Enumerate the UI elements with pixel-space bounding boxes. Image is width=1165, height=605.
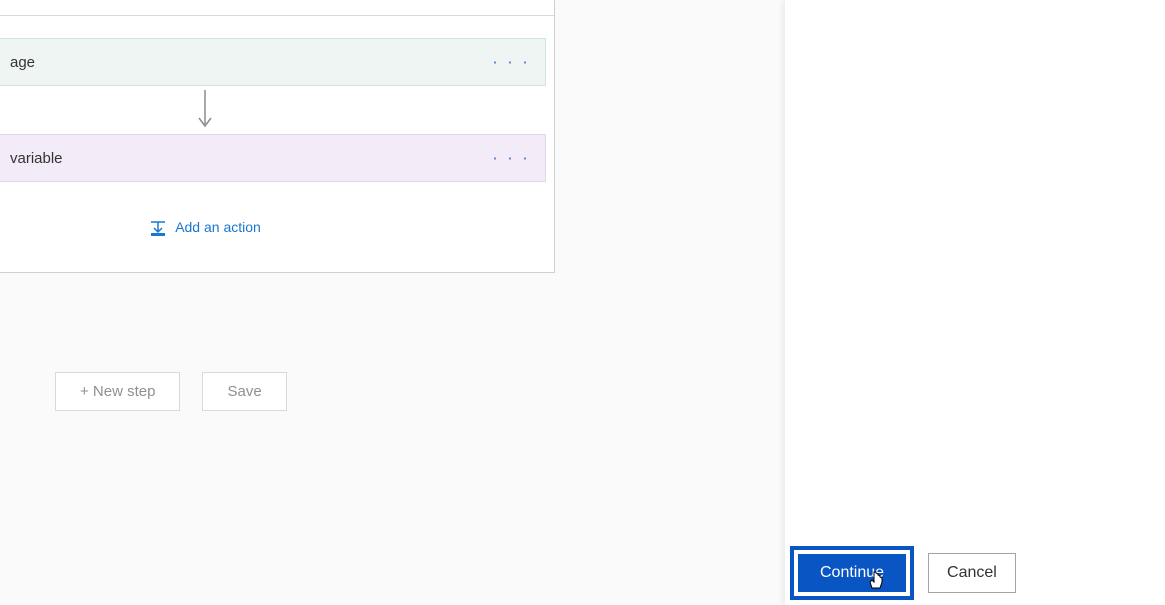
continue-highlight-frame: Continue xyxy=(790,546,914,600)
flow-arrow xyxy=(0,86,546,134)
save-button[interactable]: Save xyxy=(202,372,286,411)
side-panel: Continue Cancel xyxy=(785,0,1165,605)
arrow-down-icon xyxy=(195,88,215,132)
ellipsis-icon[interactable]: · · · xyxy=(492,52,530,73)
panel-footer: Continue Cancel xyxy=(790,546,1016,600)
step-card-label: variable xyxy=(10,150,63,167)
ellipsis-icon[interactable]: · · · xyxy=(492,148,530,169)
step-card-variable[interactable]: variable · · · xyxy=(0,134,546,182)
step-card-label: age xyxy=(10,54,35,71)
flow-bottom-buttons: + New step Save xyxy=(55,372,287,411)
previous-step-sliver xyxy=(0,0,554,16)
continue-button-label: Continue xyxy=(820,564,884,581)
flow-container-card: age · · · variable · · · xyxy=(0,0,555,273)
step-card-message[interactable]: age · · · xyxy=(0,38,546,86)
add-action-icon xyxy=(149,219,167,235)
cancel-button[interactable]: Cancel xyxy=(928,553,1016,593)
add-action-button[interactable]: Add an action xyxy=(0,182,554,272)
continue-button[interactable]: Continue xyxy=(798,554,906,592)
flow-canvas: age · · · variable · · · xyxy=(0,0,785,605)
new-step-button[interactable]: + New step xyxy=(55,372,180,411)
add-action-label: Add an action xyxy=(175,219,261,235)
